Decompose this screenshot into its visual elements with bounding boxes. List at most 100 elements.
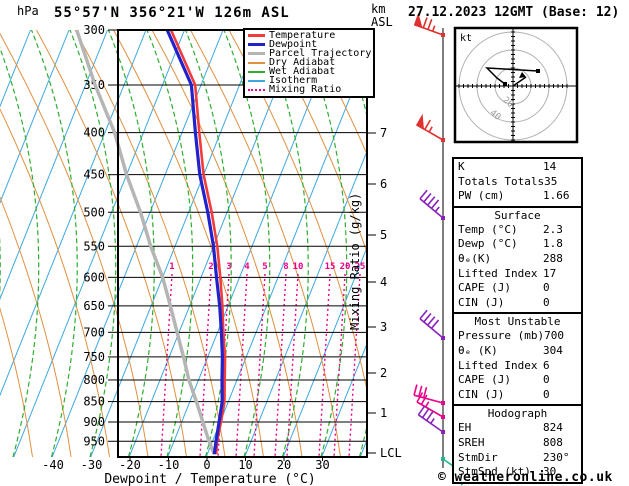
- mixing-ratio-label: 4: [244, 262, 250, 272]
- panel-row-value: 14: [543, 160, 557, 173]
- temp-axis-title: Dewpoint / Temperature (°C): [104, 472, 315, 486]
- barb-lines: [419, 189, 444, 219]
- pressure-label: 900: [83, 415, 105, 429]
- panel-row: CIN (J) 0: [458, 296, 577, 311]
- panel-row-value: 0: [543, 387, 550, 401]
- legend-swatch-dewpoint: [248, 43, 265, 46]
- panel-row-key: Pressure (mb): [458, 329, 545, 343]
- wet-adiabat-line: [0, 46, 40, 457]
- barb-level-dot: [441, 138, 445, 142]
- km-tick-label: 2: [380, 366, 387, 380]
- panel-row-key: CAPE (J): [458, 373, 511, 387]
- panel-section-most-unstable: Most Unstable Pressure (mb) 700 θₑ (K) 304 Li…: [452, 312, 583, 407]
- temp-tick-label: -40: [42, 458, 64, 472]
- dry-adiabat-line: [36, 30, 187, 457]
- barb-level-dot: [441, 457, 445, 461]
- hodograph-border: [453, 26, 579, 144]
- mixing-ratio-label: 1: [169, 262, 174, 272]
- pressure-label: 500: [83, 205, 105, 219]
- panel-row: θₑ(K) 288: [458, 252, 577, 267]
- legend-label: Mixing Ratio: [269, 84, 342, 95]
- mixing-ratio-line: [333, 273, 346, 457]
- panel-row-key: CIN (J): [458, 387, 505, 401]
- km-tick-label: 4: [380, 275, 387, 289]
- legend-swatch-isotherm: [248, 79, 265, 82]
- panel-row-key: K: [458, 160, 465, 173]
- temp-tick-label: 20: [277, 458, 291, 472]
- barb-lines: [416, 392, 444, 418]
- legend-box: Temperature Dewpoint Parcel Trajectory Dry …: [243, 28, 375, 98]
- hodograph-trace-dot: [536, 69, 540, 73]
- panel-row-key: Lifted Index: [458, 358, 538, 372]
- panel-row-value: 2.3: [543, 222, 563, 236]
- legend-swatch-temperature: [248, 34, 265, 37]
- mixing-ratio-label: 2: [208, 262, 213, 272]
- temp-tick-label: 10: [238, 458, 252, 472]
- panel-row-key: CIN (J): [458, 295, 505, 309]
- pressure-label: 950: [83, 434, 105, 448]
- panel-row: EH 824: [458, 421, 577, 436]
- copyright-footer: © weatheronline.co.uk: [438, 470, 613, 485]
- panel-section-title: Hodograph: [487, 407, 548, 421]
- isotherm-line: [51, 30, 224, 457]
- mixing-ratio-label: 8: [283, 262, 288, 272]
- pressure-label: 800: [83, 373, 105, 387]
- temp-tick-label: 30: [315, 458, 329, 472]
- mixing-ratio-label: 5: [262, 262, 267, 272]
- panel-row: θₑ (K) 304: [458, 344, 577, 359]
- panel-row-value: 0: [543, 281, 550, 295]
- km-tick-label: 5: [380, 228, 387, 242]
- pressure-label: 300: [83, 23, 105, 37]
- panel-row-value: 6: [543, 358, 550, 372]
- panel-section-title: Most Unstable: [474, 315, 561, 329]
- panel-row-key: SREH: [458, 435, 485, 449]
- pressure-label: 850: [83, 395, 105, 409]
- mixing-ratio-label: 3: [226, 262, 231, 272]
- km-tick-label: 1: [380, 406, 387, 420]
- pressure-axis-unit: hPa: [17, 4, 39, 18]
- panel-row-value: 808: [543, 435, 563, 449]
- pressure-label: 750: [83, 350, 105, 364]
- panel-row: Temp (°C) 2.3: [458, 223, 577, 238]
- panel-section-title: Surface: [494, 208, 541, 222]
- panel-row-value: 824: [543, 421, 563, 435]
- km-tick-label: 6: [380, 177, 387, 191]
- panel-row-value: 0: [543, 373, 550, 387]
- mixing-ratio-label: 10: [293, 262, 304, 272]
- km-axis-unit-asl: ASL: [371, 15, 393, 29]
- panel-row-key: CAPE (J): [458, 281, 511, 295]
- panel-row-key: PW (cm): [458, 189, 505, 203]
- datetime-label: 27.12.2023 12GMT (Base: 12): [408, 5, 620, 20]
- legend-item: Mixing Ratio: [248, 84, 373, 95]
- barb-level-dot: [441, 216, 445, 220]
- dry-adiabat-line: [113, 30, 264, 457]
- pressure-label: 650: [83, 299, 105, 313]
- wind-barb: [419, 189, 444, 219]
- legend-swatch-dry-adiabat: [248, 61, 265, 64]
- hodograph-trace-dot: [503, 82, 507, 86]
- panel-row-value: 17: [543, 266, 557, 280]
- wind-barb: [416, 392, 444, 418]
- wet-adiabat-line: [378, 30, 424, 457]
- panel-row-value: 304: [543, 343, 563, 357]
- panel-row-value: 35: [544, 174, 558, 188]
- panel-row: CAPE (J) 0: [458, 281, 577, 296]
- barb-level-dot: [441, 336, 445, 340]
- panel-row-key: θₑ (K): [458, 343, 498, 357]
- panel-row: Pressure (mb) 700: [458, 329, 577, 344]
- panel-row: CAPE (J) 0: [458, 373, 577, 388]
- wet-adiabat-line: [146, 30, 194, 457]
- panel-row-value: 700: [544, 329, 564, 343]
- panel-row: PW (cm) 1.66: [458, 189, 577, 204]
- sounding-chart-page: 300 350 400 450 500 550 600 650 700 750 800 850 900 9…: [0, 0, 629, 486]
- mixing-ratio-axis-title: Mixing Ratio (g/kg): [348, 193, 362, 330]
- panel-row: StmDir 230°: [458, 451, 577, 466]
- barb-level-dot: [441, 430, 445, 434]
- panel-section-indices: K 14 Totals Totals 35 PW (cm) 1.66: [452, 157, 583, 208]
- indices-panel: K 14 Totals Totals 35 PW (cm) 1.66 Surface Temp…: [452, 157, 583, 484]
- isotherm-line: [90, 30, 262, 457]
- pressure-label: 700: [83, 325, 105, 339]
- panel-row-key: EH: [458, 421, 472, 435]
- panel-row-value: 0: [543, 295, 550, 309]
- isotherm-line: [0, 30, 31, 108]
